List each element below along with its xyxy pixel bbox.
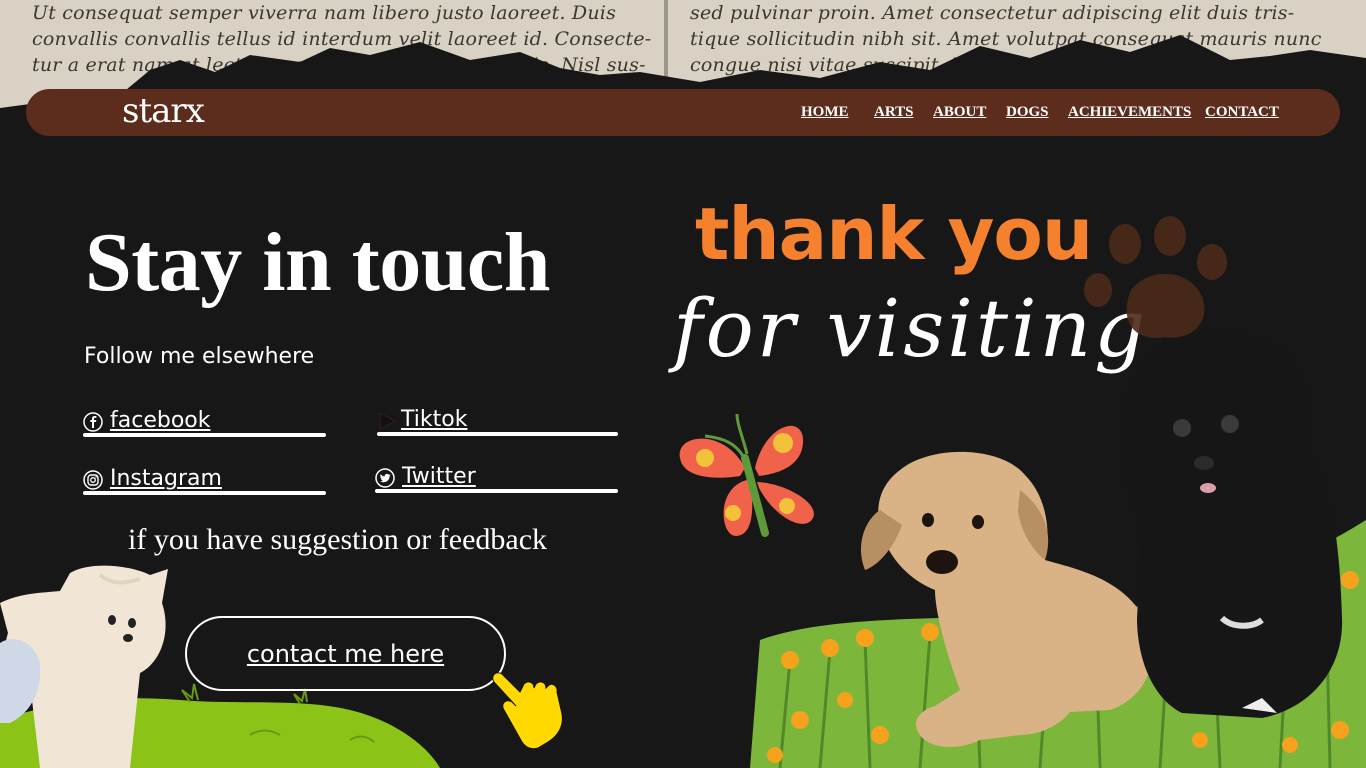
pomeranian-dog-photo xyxy=(0,565,168,768)
feedback-text: if you have suggestion or feedback xyxy=(128,523,548,556)
social-underline xyxy=(83,433,326,437)
thank-you-heading: thank you xyxy=(695,192,1093,276)
page-title: Stay in touch xyxy=(85,216,550,309)
contact-button[interactable]: contact me here xyxy=(185,616,506,691)
social-link-instagram[interactable]: Instagram xyxy=(83,466,326,496)
nav-link-about[interactable]: ABOUT xyxy=(933,104,986,121)
facebook-icon xyxy=(83,412,103,432)
subtitle: Follow me elsewhere xyxy=(84,344,315,369)
nav-link-contact[interactable]: CONTACT xyxy=(1205,104,1279,121)
social-underline xyxy=(377,432,618,436)
nav-link-achievements[interactable]: ACHIEVEMENTS xyxy=(1068,104,1191,121)
tiktok-icon xyxy=(379,412,397,430)
social-underline xyxy=(375,489,618,493)
black-dog-photo xyxy=(1118,332,1343,718)
social-label: Twitter xyxy=(402,464,476,489)
instagram-icon xyxy=(83,470,103,490)
contact-button-label: contact me here xyxy=(246,640,445,668)
twitter-icon xyxy=(375,468,395,488)
social-label: Instagram xyxy=(110,466,222,491)
nav-link-arts[interactable]: ARTS xyxy=(874,104,914,121)
social-label: Tiktok xyxy=(401,407,468,432)
navbar: starx HOME ARTS ABOUT DOGS ACHIEVEMENTS … xyxy=(26,89,1340,136)
social-link-twitter[interactable]: Twitter xyxy=(375,464,618,494)
for-visiting-heading: for visiting xyxy=(673,282,1149,375)
social-underline xyxy=(83,491,326,495)
social-label: facebook xyxy=(110,408,211,433)
pointer-hand-icon xyxy=(492,672,563,750)
social-link-tiktok[interactable]: Tiktok xyxy=(377,407,618,437)
nav-link-home[interactable]: HOME xyxy=(801,104,849,121)
nav-link-dogs[interactable]: DOGS xyxy=(1006,104,1049,121)
social-link-facebook[interactable]: facebook xyxy=(83,408,326,438)
site-logo[interactable]: starx xyxy=(122,91,205,131)
